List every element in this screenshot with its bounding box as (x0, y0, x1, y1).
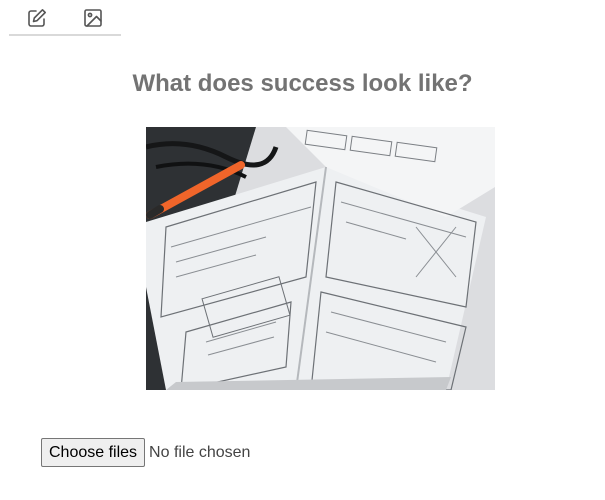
page: What does success look like? Choose file… (0, 0, 605, 500)
file-upload: Choose files No file chosen (41, 438, 250, 467)
wireframe-photo (146, 127, 495, 390)
page-title: What does success look like? (132, 70, 473, 97)
image-icon (84, 9, 102, 27)
edit-icon (28, 9, 46, 27)
file-status-text: No file chosen (149, 443, 251, 461)
choose-files-button[interactable]: Choose files (41, 438, 146, 467)
insert-image-button[interactable] (78, 3, 108, 33)
edit-button[interactable] (22, 3, 52, 33)
editor-toolbar (9, 0, 121, 36)
